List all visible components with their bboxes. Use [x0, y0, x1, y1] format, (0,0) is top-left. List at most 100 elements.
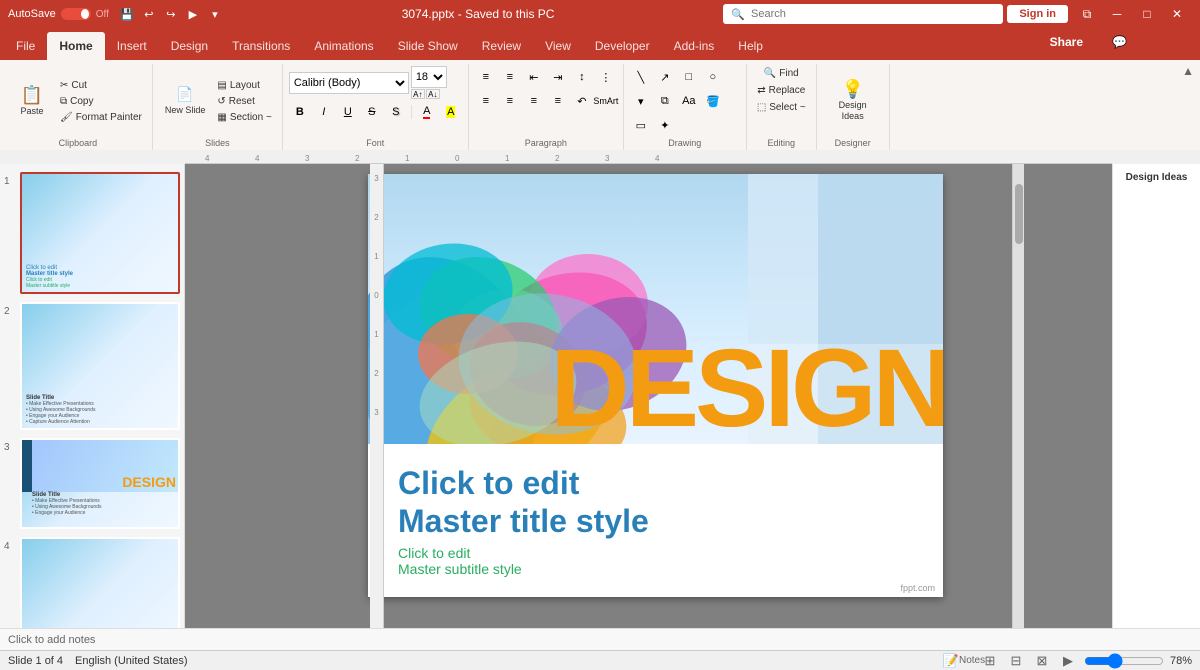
copy-button[interactable]: ⧉ Copy	[56, 94, 146, 109]
shape-more[interactable]: ▾	[630, 90, 652, 112]
shape-effects-button[interactable]: ✦	[654, 114, 676, 136]
new-slide-button[interactable]: 📄 New Slide	[159, 82, 212, 120]
line-spacing-button[interactable]: ↕	[571, 66, 593, 88]
shape-fill-button[interactable]: 🪣	[702, 90, 724, 112]
vertical-scrollbar[interactable]	[1012, 164, 1024, 628]
bold-button[interactable]: B	[289, 101, 311, 123]
notes-button[interactable]: 📝 Notes	[954, 653, 974, 669]
tab-home[interactable]: Home	[47, 32, 104, 60]
indent-increase-button[interactable]: ⇥	[547, 66, 569, 88]
close-button[interactable]: ✕	[1162, 0, 1192, 28]
slide-preview-2[interactable]: DESIGN Slide Title • Make Effective Pres…	[20, 302, 180, 430]
format-painter-button[interactable]: 🖌 Format Painter	[56, 110, 146, 125]
find-button[interactable]: 🔍 Find	[760, 66, 803, 81]
slide-thumb-1[interactable]: 1 DESIGN Click to edit Master title styl…	[4, 172, 180, 294]
tab-developer[interactable]: Developer	[583, 32, 662, 60]
slide-preview-4[interactable]: DESIGN Slide Title Product A • Feature 1…	[20, 537, 180, 628]
paste-button[interactable]: 📋 Paste	[10, 82, 54, 121]
maximize-button[interactable]: □	[1132, 0, 1162, 28]
design-ideas-button[interactable]: 💡 Design Ideas	[823, 76, 883, 126]
indent-decrease-button[interactable]: ⇤	[523, 66, 545, 88]
shadow-button[interactable]: S	[385, 101, 407, 123]
layout-button[interactable]: ▤ Layout	[213, 78, 275, 93]
font-decrease-button[interactable]: A↓	[426, 89, 440, 99]
convert-smartart-button[interactable]: SmArt	[595, 90, 617, 112]
present-icon[interactable]: ▶	[183, 4, 203, 24]
restore-icon[interactable]: ⧉	[1072, 0, 1102, 28]
italic-button[interactable]: I	[313, 101, 335, 123]
shape-arrow[interactable]: ↗	[654, 66, 676, 88]
tab-animations[interactable]: Animations	[302, 32, 385, 60]
clipboard-sub-group: ✂ Cut ⧉ Copy 🖌 Format Painter	[56, 78, 146, 125]
tab-design[interactable]: Design	[159, 32, 220, 60]
underline-button[interactable]: U	[337, 101, 359, 123]
reset-button[interactable]: ↺ Reset	[213, 94, 275, 109]
align-right-button[interactable]: ≡	[523, 90, 545, 112]
vertical-ruler: 3 2 1 0 1 2 3	[370, 164, 384, 628]
comments-button[interactable]: 💬 Comments	[1101, 30, 1200, 54]
paste-icon: 📋	[21, 86, 43, 104]
slide-info: Slide 1 of 4	[8, 655, 63, 667]
tab-addins[interactable]: Add-ins	[662, 32, 727, 60]
slide-thumb-4[interactable]: 4 DESIGN Slide Title Product A • Feature…	[4, 537, 180, 628]
normal-view-button[interactable]: ⊞	[980, 653, 1000, 669]
undo-icon[interactable]: ↩	[139, 4, 159, 24]
search-input[interactable]	[751, 8, 995, 20]
font-increase-button[interactable]: A↑	[411, 89, 425, 99]
scrollbar-thumb[interactable]	[1015, 184, 1023, 244]
section-button[interactable]: ▦ Section ~	[213, 110, 275, 125]
notes-bar[interactable]: Click to add notes	[0, 628, 1200, 650]
slide-show-button[interactable]: ▶	[1058, 653, 1078, 669]
slide-preview-1[interactable]: DESIGN Click to edit Master title style …	[20, 172, 180, 294]
font-separator	[411, 105, 412, 119]
bullet-list-button[interactable]: ≡	[475, 66, 497, 88]
tab-file[interactable]: File	[4, 32, 47, 60]
canvas-area[interactable]: 3 2 1 0 1 2 3	[185, 164, 1112, 628]
tab-transitions[interactable]: Transitions	[220, 32, 302, 60]
slide-canvas[interactable]: DESIGN Click to edit Master title style …	[368, 174, 943, 597]
tab-slideshow[interactable]: Slide Show	[386, 32, 470, 60]
shape-line[interactable]: ╲	[630, 66, 652, 88]
slide-preview-3[interactable]: DESIGN Slide Title • Make Effective Pres…	[20, 438, 180, 530]
share-button[interactable]: Share	[1036, 31, 1097, 53]
slide-thumb-3[interactable]: 3 DESIGN Slide Title • Make Effective Pr…	[4, 438, 180, 530]
replace-button[interactable]: ⇄ Replace	[753, 83, 809, 98]
canvas-text-area[interactable]: Click to edit Master title style Click t…	[368, 444, 943, 597]
highlight-color-button[interactable]: A	[440, 101, 462, 123]
canvas-subtitle-area[interactable]: Click to edit Master subtitle style	[398, 545, 913, 577]
zoom-slider[interactable]	[1084, 656, 1164, 666]
columns-button[interactable]: ⋮	[595, 66, 617, 88]
align-left-button[interactable]: ≡	[475, 90, 497, 112]
customize-icon[interactable]: ▾	[205, 4, 225, 24]
select-button[interactable]: ⬚ Select ~	[753, 100, 810, 115]
shape-outline-button[interactable]: ▭	[630, 114, 652, 136]
autosave-toggle[interactable]	[60, 7, 92, 21]
tab-review[interactable]: Review	[470, 32, 533, 60]
search-bar[interactable]: 🔍	[723, 4, 1003, 24]
text-direction-button[interactable]: ↶	[571, 90, 593, 112]
ribbon-collapse-button[interactable]: ▲	[1182, 64, 1194, 78]
redo-icon[interactable]: ↪	[161, 4, 181, 24]
tab-insert[interactable]: Insert	[105, 32, 159, 60]
shape-rect[interactable]: □	[678, 66, 700, 88]
font-family-selector[interactable]: Calibri (Body)	[289, 72, 409, 94]
slide-thumb-2[interactable]: 2 DESIGN Slide Title • Make Effective Pr…	[4, 302, 180, 430]
save-icon[interactable]: 💾	[117, 4, 137, 24]
tab-help[interactable]: Help	[726, 32, 775, 60]
signin-button[interactable]: Sign in	[1007, 5, 1068, 23]
numbered-list-button[interactable]: ≡	[499, 66, 521, 88]
align-justify-button[interactable]: ≡	[547, 90, 569, 112]
quick-styles-button[interactable]: Aa	[678, 90, 700, 112]
align-center-button[interactable]: ≡	[499, 90, 521, 112]
arrange-button[interactable]: ⧉	[654, 90, 676, 112]
font-color-button[interactable]: A	[416, 101, 438, 123]
shape-oval[interactable]: ○	[702, 66, 724, 88]
font-size-selector[interactable]: 18	[411, 66, 447, 88]
tab-view[interactable]: View	[533, 32, 583, 60]
strikethrough-button[interactable]: S	[361, 101, 383, 123]
canvas-click-to-edit-title[interactable]: Click to edit Master title style	[398, 464, 913, 541]
minimize-button[interactable]: ─	[1102, 0, 1132, 28]
cut-button[interactable]: ✂ Cut	[56, 78, 146, 93]
slide-sorter-button[interactable]: ⊟	[1006, 653, 1026, 669]
reading-view-button[interactable]: ⊠	[1032, 653, 1052, 669]
